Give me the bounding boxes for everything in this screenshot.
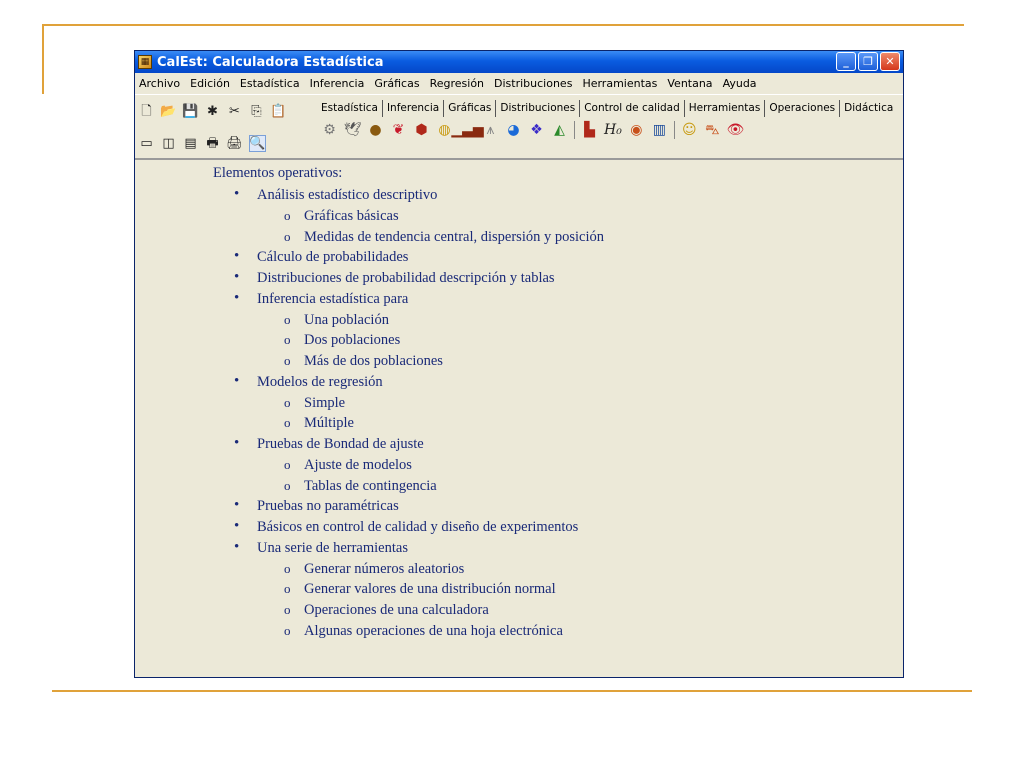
open-folder-icon[interactable]: 📂 — [160, 104, 176, 119]
tab-inferencia[interactable]: Inferencia — [383, 100, 445, 117]
outline-subitem: Operaciones de una calculadora — [213, 600, 604, 621]
tab-herramientas[interactable]: Herramientas — [685, 100, 766, 117]
outline-subitem: Gráficas básicas — [213, 206, 604, 227]
menu-regresion[interactable]: Regresión — [425, 77, 489, 90]
calculator-app-icon: ▦ — [138, 55, 152, 69]
outline-item: Pruebas no paramétricas — [213, 495, 604, 517]
tab-operaciones[interactable]: Operaciones — [765, 100, 841, 117]
histogram-icon[interactable]: ▁▃▅ — [451, 122, 483, 139]
palette-separator — [574, 121, 575, 139]
book-icon[interactable]: ▥ — [651, 122, 668, 139]
menu-distribuciones[interactable]: Distribuciones — [489, 77, 577, 90]
bar-chart-icon[interactable]: ▙ — [581, 122, 598, 139]
title-bar[interactable]: ▦ CalEst: Calculadora Estadística _ ❐ ✕ — [135, 51, 903, 73]
window-layout-3-icon[interactable]: ▤ — [183, 136, 198, 151]
copy-icon[interactable]: ⎘ — [249, 104, 264, 119]
outline-item: Una serie de herramientas Generar número… — [213, 537, 604, 642]
calest-window: ▦ CalEst: Calculadora Estadística _ ❐ ✕ … — [134, 50, 904, 678]
save-icon[interactable]: 💾 — [182, 104, 198, 119]
hypothesis-test-icon[interactable]: H₀ — [604, 122, 622, 138]
restore-button[interactable]: ❐ — [858, 52, 878, 71]
galton-board-icon[interactable]: ⩚ — [482, 122, 499, 139]
outline-subitem: Una población — [213, 310, 604, 331]
tab-didactica[interactable]: Didáctica — [840, 102, 898, 117]
outline-title: Elementos operativos: — [213, 165, 343, 181]
menu-herramientas[interactable]: Herramientas — [577, 77, 662, 90]
content-pane: Elementos operativos: Análisis estadísti… — [135, 161, 903, 677]
eye-icon[interactable]: 👁 — [726, 122, 744, 139]
menu-estadistica[interactable]: Estadística — [235, 77, 305, 90]
print-icon[interactable]: 🖶 — [205, 136, 220, 151]
outline-item: Distribuciones de probabilidad descripci… — [213, 267, 604, 289]
outline-subitem: Más de dos poblaciones — [213, 351, 604, 372]
outline-subitem: Generar números aleatorios — [213, 559, 604, 580]
car-icon[interactable]: ⛍ — [704, 122, 721, 139]
window-title: CalEst: Calculadora Estadística — [157, 54, 384, 70]
cherries-icon[interactable]: ❦ — [390, 122, 407, 139]
outline-subitem: Ajuste de modelos — [213, 455, 604, 476]
tab-estadistica[interactable]: Estadística — [317, 100, 383, 117]
new-file-icon[interactable]: 🗋 — [139, 104, 154, 119]
outline-item: Básicos en control de calidad y diseño d… — [213, 516, 604, 538]
cut-icon[interactable]: ✂ — [227, 104, 242, 119]
zoom-icon[interactable]: 🔍 — [249, 135, 266, 152]
outline-subitem: Generar valores de una distribución norm… — [213, 579, 604, 600]
close-button[interactable]: ✕ — [880, 52, 900, 71]
menu-ayuda[interactable]: Ayuda — [718, 77, 762, 90]
module-tabs: Estadística Inferencia Gráficas Distribu… — [317, 95, 898, 117]
mouse-face-icon[interactable]: ☺ — [681, 122, 698, 139]
outline-item: Análisis estadístico descriptivo Gráfica… — [213, 184, 604, 248]
standard-toolbar: 🗋 📂 💾 ✱ ✂ ⎘ 📋 — [139, 104, 286, 119]
menu-ventana[interactable]: Ventana — [662, 77, 717, 90]
outline-item: Inferencia estadística para Una població… — [213, 288, 604, 372]
outline-subitem: Múltiple — [213, 413, 604, 434]
outline-subitem: Tablas de contingencia — [213, 476, 604, 497]
window-layout-1-icon[interactable]: ▭ — [139, 136, 154, 151]
outline-subitem: Medidas de tendencia central, dispersión… — [213, 227, 604, 248]
distribution-curve-icon[interactable]: ◭ — [551, 122, 568, 139]
pie-chart-icon[interactable]: ◕ — [505, 122, 522, 139]
menu-edicion[interactable]: Edición — [185, 77, 235, 90]
window-layout-2-icon[interactable]: ◫ — [161, 136, 176, 151]
gear-ball-icon[interactable]: ⚙ — [321, 122, 338, 139]
window-toolbar: ▭ ◫ ▤ 🖶 🖨 🔍 — [139, 135, 266, 152]
slide-bottom-rule — [52, 690, 972, 692]
menu-graficas[interactable]: Gráficas — [369, 77, 424, 90]
dice-icon[interactable]: ⬢ — [413, 122, 430, 139]
paste-icon[interactable]: 📋 — [270, 104, 286, 119]
tab-graficas[interactable]: Gráficas — [444, 100, 497, 117]
outline-item: Cálculo de probabilidades — [213, 246, 604, 268]
target-icon[interactable]: ◉ — [628, 122, 645, 139]
tab-control-de-calidad[interactable]: Control de calidad — [580, 100, 685, 117]
bird-icon[interactable]: 🕊 — [344, 122, 362, 139]
features-outline: Análisis estadístico descriptivo Gráfica… — [213, 184, 604, 642]
slide-top-rule — [42, 24, 964, 26]
ball-icon[interactable]: ● — [367, 122, 384, 139]
menu-bar: Archivo Edición Estadística Inferencia G… — [135, 73, 903, 95]
tab-distribuciones[interactable]: Distribuciones — [496, 100, 581, 117]
outline-subitem: Algunas operaciones de una hoja electrón… — [213, 621, 604, 642]
menu-archivo[interactable]: Archivo — [135, 77, 185, 90]
palette-separator-2 — [673, 121, 675, 139]
slide-left-rule — [42, 24, 44, 94]
outline-item: Modelos de regresión Simple Múltiple — [213, 371, 604, 434]
minimize-button[interactable]: _ — [836, 52, 856, 71]
didactica-palette: ⚙ 🕊 ● ❦ ⬢ ◍ ▁▃▅ ⩚ ◕ ❖ ◭ ▙ H₀ ◉ ▥ ☺ ⛍ 👁 — [321, 121, 744, 139]
butterfly-icon[interactable]: ❖ — [528, 122, 545, 139]
bug-icon[interactable]: ✱ — [205, 104, 220, 119]
outline-item: Pruebas de Bondad de ajuste Ajuste de mo… — [213, 433, 604, 497]
print-preview-icon[interactable]: 🖨 — [226, 136, 243, 151]
outline-subitem: Dos poblaciones — [213, 330, 604, 351]
menu-inferencia[interactable]: Inferencia — [305, 77, 370, 90]
outline-subitem: Simple — [213, 393, 604, 414]
toolbar-area: 🗋 📂 💾 ✱ ✂ ⎘ 📋 ▭ ◫ ▤ 🖶 🖨 🔍 Estadística In… — [135, 95, 903, 160]
